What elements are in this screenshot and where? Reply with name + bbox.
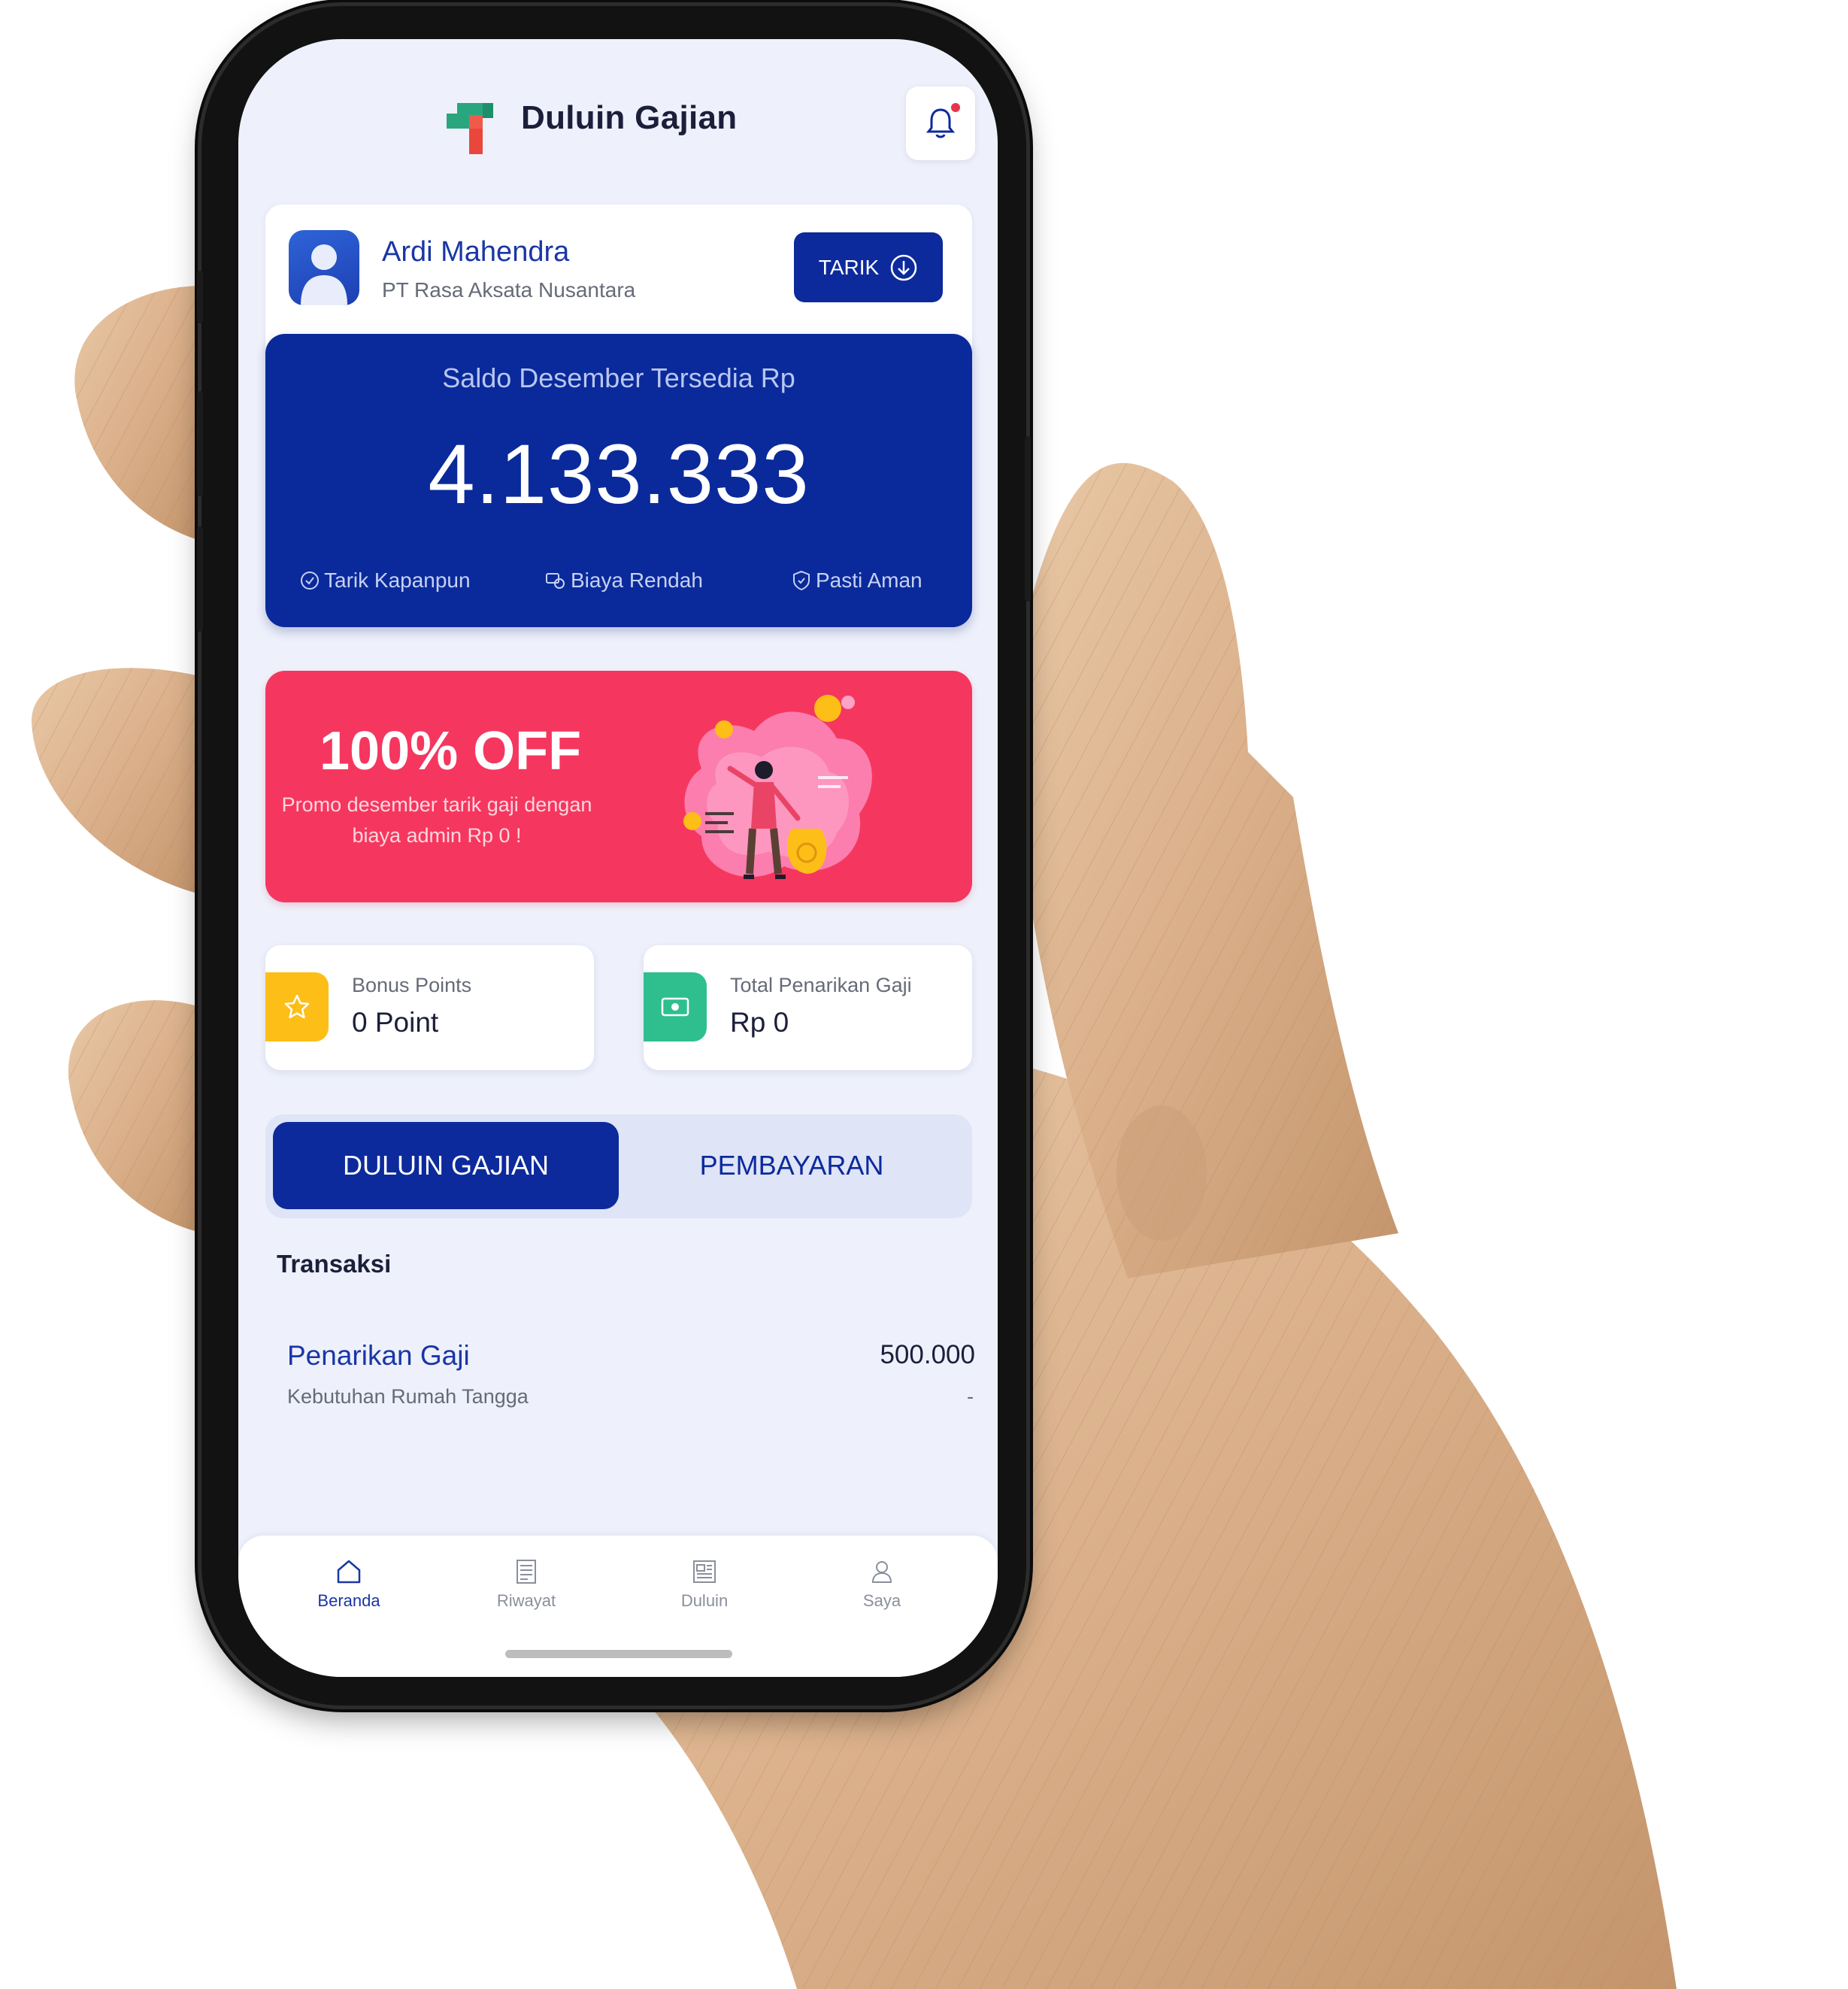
nav-label: Beranda [317, 1591, 380, 1610]
user-icon [871, 1561, 892, 1583]
segmented-tabs: DULUIN GAJIAN PEMBAYARAN [265, 1114, 972, 1218]
withdraw-button[interactable]: TARIK [794, 232, 943, 302]
promo-illustration [683, 695, 872, 879]
bell-icon [926, 108, 956, 138]
transaction-amount: 500.000 [880, 1340, 975, 1369]
stat-icon-box [644, 972, 707, 1041]
bonus-points-card[interactable]: Bonus Points 0 Point [265, 945, 594, 1070]
promo-description: Promo desember tarik gaji dengan biaya a… [279, 790, 595, 851]
nav-label: Riwayat [496, 1591, 556, 1610]
home-icon [337, 1560, 361, 1584]
app-logo-icon [447, 103, 493, 154]
transactions-title: Transaksi [277, 1250, 392, 1278]
download-circle-icon [890, 254, 917, 280]
newspaper-icon [693, 1560, 716, 1583]
promo-title: 100% OFF [320, 721, 582, 781]
phone-side-button [197, 271, 203, 323]
stat-value: Rp 0 [730, 1007, 789, 1038]
feature-tarik-kapanpun: Tarik Kapanpun [300, 569, 471, 593]
company-name: PT Rasa Aksata Nusantara [382, 278, 636, 302]
promo-description-line: Promo desember tarik gaji dengan [281, 793, 592, 816]
stat-label: Total Penarikan Gaji [730, 974, 912, 996]
promo-banner[interactable]: 100% OFF Promo desember tarik gaji denga… [265, 671, 972, 902]
feature-label: Biaya Rendah [571, 569, 703, 592]
home-indicator[interactable] [505, 1650, 732, 1658]
avatar[interactable] [289, 230, 359, 305]
notification-dot [951, 103, 960, 112]
receipt-icon [517, 1560, 536, 1584]
star-icon [284, 994, 310, 1019]
nav-item-saya[interactable]: Saya [814, 1557, 950, 1611]
nav-item-beranda[interactable]: Beranda [281, 1557, 417, 1611]
promo-description-line: biaya admin Rp 0 ! [352, 824, 522, 847]
balance-card: Saldo Desember Tersedia Rp 4.133.333 Tar… [265, 334, 972, 627]
feature-label: Tarik Kapanpun [324, 569, 471, 592]
tab-duluin-gajian[interactable]: DULUIN GAJIAN [273, 1122, 619, 1209]
app-screen: Duluin Gajian Ardi Mahendra PT Rasa Aksa… [238, 39, 998, 1677]
phone-volume-button [197, 391, 203, 496]
coin-hand-icon [546, 573, 565, 589]
cash-icon [661, 997, 689, 1017]
total-withdrawal-card[interactable]: Total Penarikan Gaji Rp 0 [644, 945, 972, 1070]
user-avatar-icon [301, 244, 347, 305]
transaction-title[interactable]: Penarikan Gaji [287, 1340, 470, 1372]
check-circle-icon [301, 572, 319, 590]
nav-item-riwayat[interactable]: Riwayat [459, 1557, 594, 1611]
stat-icon-box [265, 972, 329, 1041]
transaction-note: - [967, 1385, 974, 1408]
balance-amount: 4.133.333 [428, 427, 810, 521]
feature-pasti-aman: Pasti Aman [792, 569, 922, 593]
tab-pembayaran[interactable]: PEMBAYARAN [619, 1122, 965, 1209]
user-name: Ardi Mahendra [382, 236, 570, 268]
stat-label: Bonus Points [352, 974, 472, 996]
nav-label: Saya [862, 1591, 901, 1610]
phone-volume-button [197, 526, 203, 632]
profile-card: Ardi Mahendra PT Rasa Aksata Nusantara T… [265, 205, 972, 355]
nav-label: Duluin [680, 1591, 729, 1610]
stat-value: 0 Point [352, 1007, 439, 1038]
app-title: Duluin Gajian [521, 99, 738, 136]
balance-label: Saldo Desember Tersedia Rp [442, 362, 795, 393]
withdraw-button-label: TARIK [818, 255, 880, 279]
phone-power-button [1025, 436, 1031, 602]
transaction-category: Kebutuhan Rumah Tangga [287, 1385, 529, 1408]
notification-button[interactable] [906, 86, 975, 160]
shield-icon [793, 570, 810, 591]
feature-biaya-rendah: Biaya Rendah [545, 569, 703, 593]
nav-item-duluin[interactable]: Duluin [637, 1557, 772, 1611]
feature-label: Pasti Aman [816, 569, 922, 592]
